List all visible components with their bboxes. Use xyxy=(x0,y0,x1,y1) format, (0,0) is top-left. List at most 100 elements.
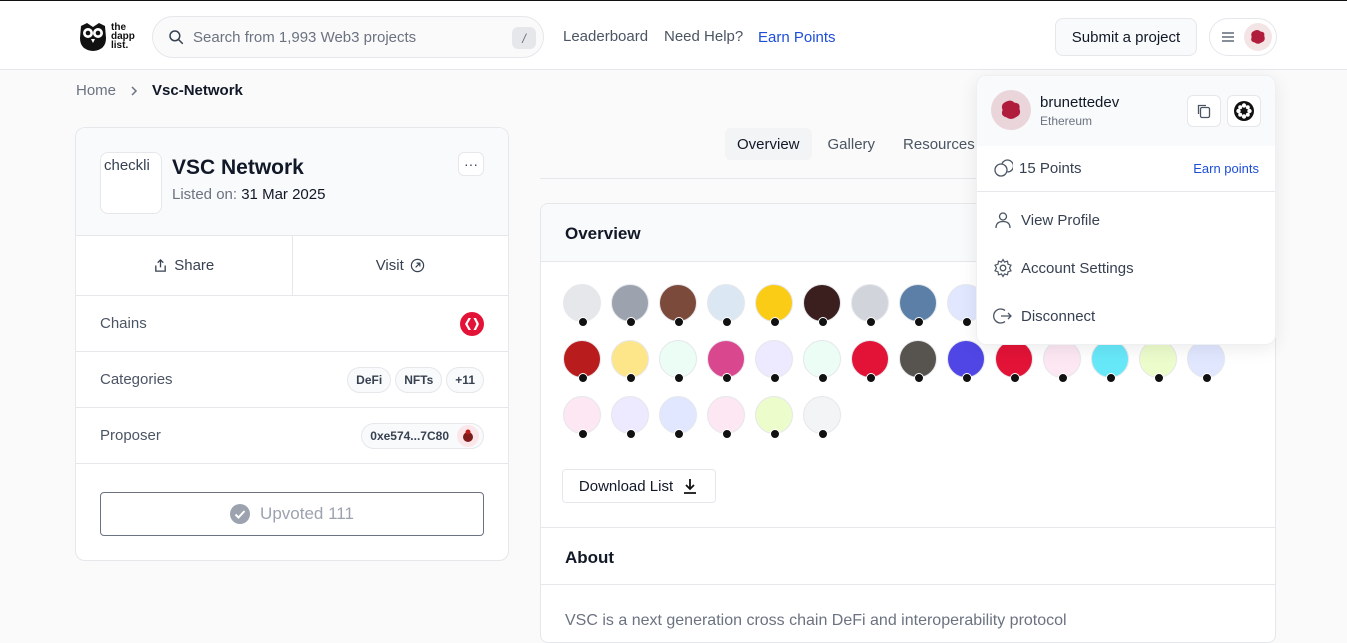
earn-points-link[interactable]: Earn points xyxy=(1193,161,1259,176)
chains-row: Chains xyxy=(76,296,508,352)
owl-logo-icon xyxy=(80,23,106,51)
menu-view-profile[interactable]: View Profile xyxy=(977,196,1275,244)
submit-project-button[interactable]: Submit a project xyxy=(1055,18,1197,56)
category-chip-nfts[interactable]: NFTs xyxy=(395,366,443,393)
top-navbar: the dapp list. / Leaderboard Need Help? … xyxy=(0,0,1347,70)
disconnect-label: Disconnect xyxy=(1021,307,1096,325)
breadcrumb-home[interactable]: Home xyxy=(76,82,116,99)
search-shortcut-key: / xyxy=(512,27,536,49)
proposer-label: Proposer xyxy=(100,427,161,444)
hive-logo-icon xyxy=(465,317,479,330)
proposer-chip[interactable]: 0xe574...7C80 xyxy=(361,422,484,449)
points-value: 15 Points xyxy=(1019,160,1082,177)
upvote-button[interactable]: Upvoted 111 xyxy=(100,492,484,536)
upvoter-avatar[interactable] xyxy=(1139,340,1177,383)
visit-button[interactable]: Visit xyxy=(291,236,509,295)
upvoter-avatar[interactable] xyxy=(611,396,649,439)
search-bar[interactable]: / xyxy=(152,16,544,58)
proposer-address: 0xe574...7C80 xyxy=(370,428,449,443)
search-input[interactable] xyxy=(193,28,493,46)
upvoter-avatar[interactable] xyxy=(659,340,697,383)
tab-resources[interactable]: Resources xyxy=(891,128,987,160)
upvoter-badge-icon xyxy=(914,373,924,383)
categories-label: Categories xyxy=(100,371,173,388)
upvoter-badge-icon xyxy=(1058,373,1068,383)
chevron-right-icon xyxy=(131,85,138,96)
upvoter-avatar[interactable] xyxy=(611,340,649,383)
upvoter-avatar[interactable] xyxy=(707,340,745,383)
account-menu-items: View Profile Account Settings Disconnect xyxy=(977,192,1275,340)
nav-earn-points[interactable]: Earn Points xyxy=(758,29,836,46)
account-header: brunettedev Ethereum xyxy=(977,76,1275,146)
upvoter-badge-icon xyxy=(770,373,780,383)
upvoter-avatar[interactable] xyxy=(803,284,841,327)
upvoter-badge-icon xyxy=(866,317,876,327)
upvoter-avatar[interactable] xyxy=(755,340,793,383)
upvoter-avatar[interactable] xyxy=(563,396,601,439)
upvoter-avatar[interactable] xyxy=(851,284,889,327)
share-label: Share xyxy=(174,257,215,274)
network-flower-icon xyxy=(1234,101,1254,121)
upvoter-avatar[interactable] xyxy=(1187,340,1225,383)
download-list-button[interactable]: Download List xyxy=(562,469,716,503)
upvoter-avatar[interactable] xyxy=(755,396,793,439)
copy-address-button[interactable] xyxy=(1187,95,1221,127)
upvoter-badge-icon xyxy=(674,317,684,327)
upvoter-avatar[interactable] xyxy=(563,284,601,327)
upvoter-avatar[interactable] xyxy=(995,340,1033,383)
upvoter-badge-icon xyxy=(770,317,780,327)
share-button[interactable]: Share xyxy=(76,236,292,295)
account-chain: Ethereum xyxy=(1040,114,1093,128)
user-avatar xyxy=(1244,23,1272,51)
upvoter-avatar[interactable] xyxy=(1043,340,1081,383)
upvoter-avatar[interactable] xyxy=(707,284,745,327)
upvoter-avatar[interactable] xyxy=(947,340,985,383)
upvoter-avatar[interactable] xyxy=(755,284,793,327)
account-avatar xyxy=(991,90,1031,130)
proposer-row: Proposer 0xe574...7C80 xyxy=(76,408,508,464)
upvoter-badge-icon xyxy=(818,429,828,439)
coins-icon xyxy=(994,158,1013,177)
more-options-button[interactable]: ··· xyxy=(458,152,484,176)
menu-disconnect[interactable]: Disconnect xyxy=(977,292,1275,340)
project-listed-date: Listed on: 31 Mar 2025 xyxy=(172,186,325,203)
breadcrumb: Home Vsc-Network xyxy=(76,82,243,99)
upvoter-avatar[interactable] xyxy=(803,340,841,383)
chains-label: Chains xyxy=(100,315,147,332)
category-chip-defi[interactable]: DeFi xyxy=(347,366,392,393)
tab-overview[interactable]: Overview xyxy=(725,128,812,160)
network-button[interactable] xyxy=(1227,95,1261,127)
upvoter-avatar[interactable] xyxy=(611,284,649,327)
upvoter-badge-icon xyxy=(914,317,924,327)
nav-need-help[interactable]: Need Help? xyxy=(664,28,743,45)
upvoter-avatar[interactable] xyxy=(659,284,697,327)
site-logo[interactable]: the dapp list. xyxy=(78,20,135,52)
visit-label: Visit xyxy=(375,257,404,274)
menu-account-settings[interactable]: Account Settings xyxy=(977,244,1275,292)
nav-leaderboard[interactable]: Leaderboard xyxy=(563,28,648,45)
upvoter-avatar[interactable] xyxy=(899,284,937,327)
upvoter-badge-icon xyxy=(626,429,636,439)
upvoter-avatar[interactable] xyxy=(659,396,697,439)
tab-gallery[interactable]: Gallery xyxy=(816,128,888,160)
category-chip-more[interactable]: +11 xyxy=(446,366,484,393)
upvoter-avatar[interactable] xyxy=(563,340,601,383)
upvoter-badge-icon xyxy=(1154,373,1164,383)
upvoter-badge-icon xyxy=(674,429,684,439)
upvoter-badge-icon xyxy=(962,317,972,327)
upvoter-avatar[interactable] xyxy=(899,340,937,383)
about-title: About xyxy=(541,527,1275,585)
tabs-divider xyxy=(540,178,976,179)
upvoter-avatar[interactable] xyxy=(1091,340,1129,383)
upvoter-avatar[interactable] xyxy=(803,396,841,439)
logout-icon xyxy=(993,308,1012,324)
project-card: checkli VSC Network Listed on: 31 Mar 20… xyxy=(75,127,509,561)
download-list-label: Download List xyxy=(578,477,674,495)
account-username: brunettedev xyxy=(1040,94,1120,111)
upvoter-badge-icon xyxy=(578,429,588,439)
upvoter-avatar[interactable] xyxy=(707,396,745,439)
hive-chain-icon[interactable] xyxy=(460,311,484,336)
upvoter-badge-icon xyxy=(626,317,636,327)
account-menu-toggle[interactable] xyxy=(1209,18,1277,56)
upvoter-avatar[interactable] xyxy=(851,340,889,383)
